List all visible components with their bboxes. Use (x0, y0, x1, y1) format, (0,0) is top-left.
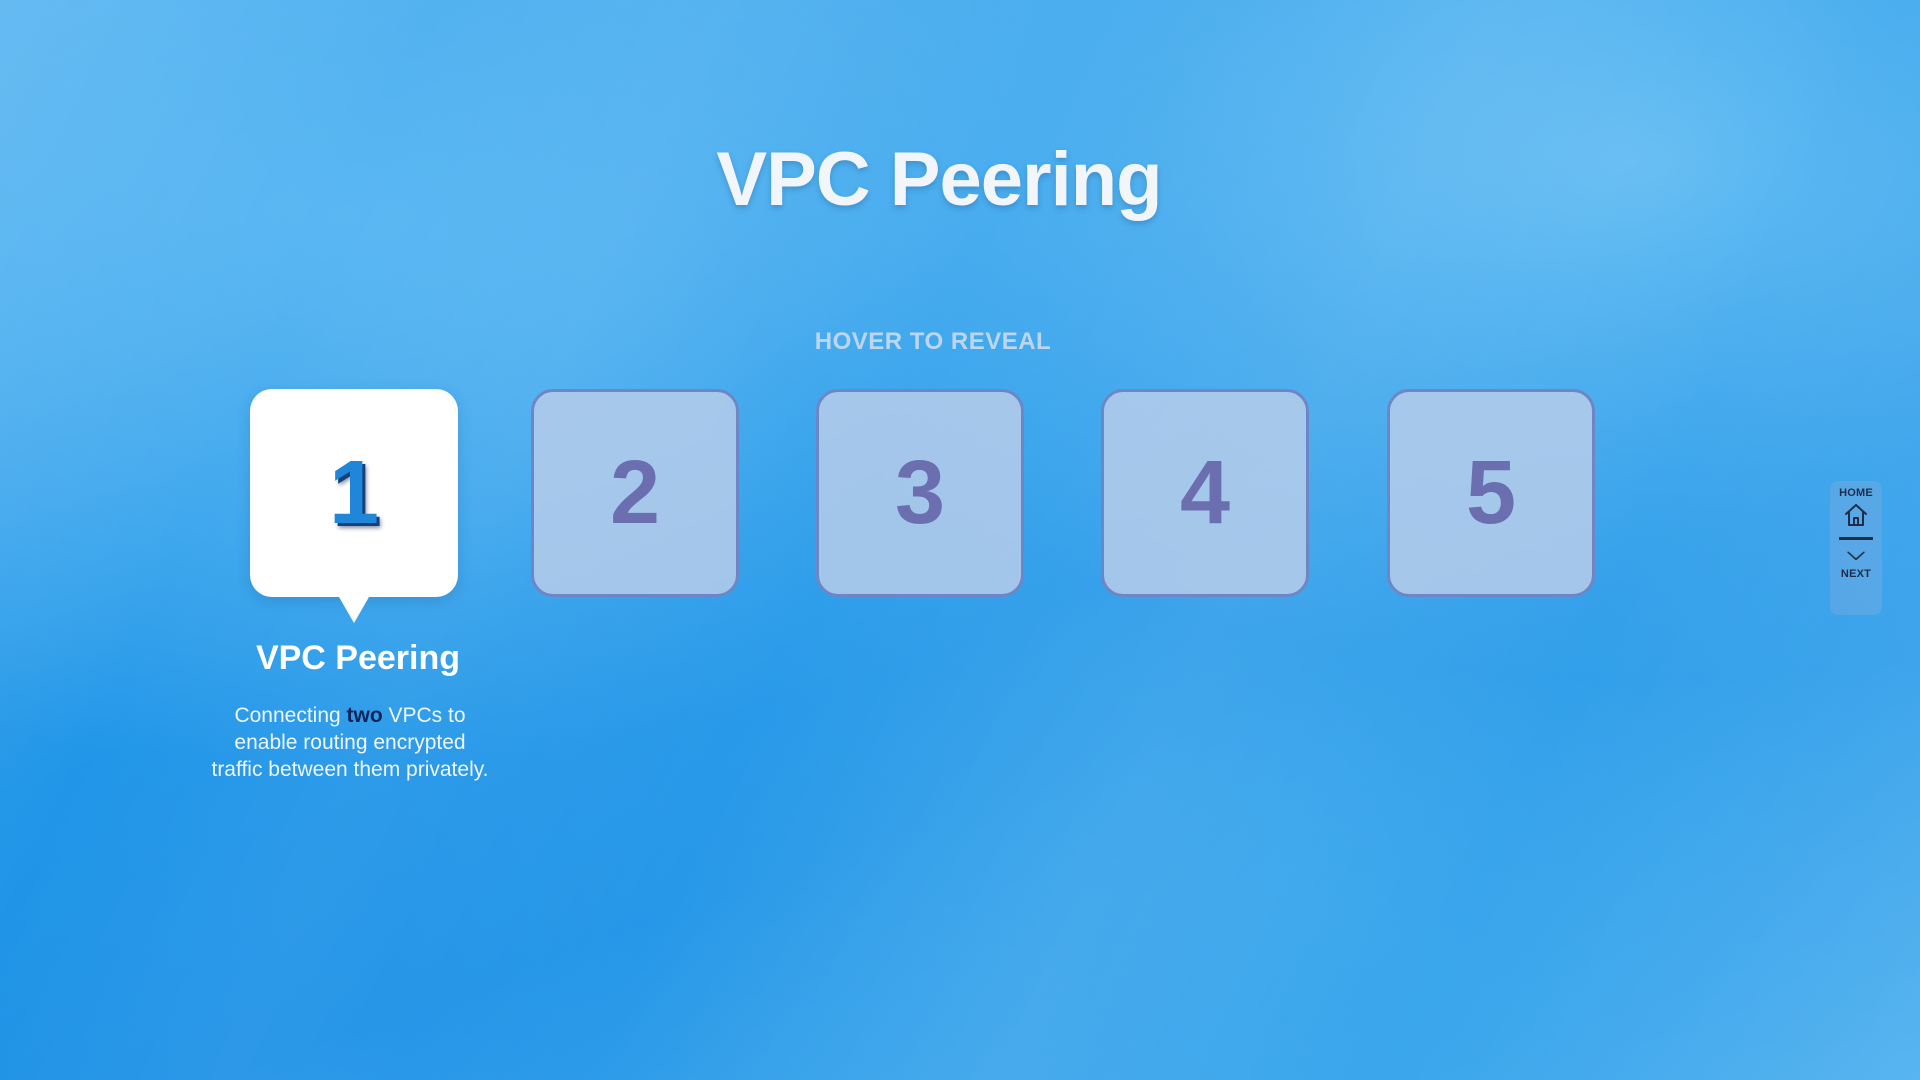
step-number: 2 (609, 443, 661, 543)
step-card-2[interactable]: 2 (531, 389, 739, 597)
step-card-4[interactable]: 4 (1101, 389, 1309, 597)
next-button[interactable]: NEXT (1841, 544, 1871, 580)
step-number: 1 (328, 443, 380, 543)
detail-description: Connecting two VPCs to enable routing en… (210, 702, 490, 783)
detail-text-emphasis: two (346, 704, 383, 727)
hover-hint: HOVER TO REVEAL (814, 328, 1052, 355)
step-number: 5 (1465, 443, 1517, 543)
step-number: 3 (894, 443, 946, 543)
home-icon (1845, 504, 1867, 526)
step-card-5[interactable]: 5 (1387, 389, 1595, 597)
home-label: HOME (1839, 487, 1873, 499)
chevron-down-icon (1847, 551, 1865, 561)
step-card-3[interactable]: 3 (816, 389, 1024, 597)
next-label: NEXT (1840, 568, 1872, 580)
home-button[interactable]: HOME (1839, 487, 1873, 529)
card-pointer (339, 597, 369, 623)
nav-divider (1839, 537, 1873, 540)
step-number: 4 (1179, 443, 1231, 543)
detail-text-before: Connecting (234, 704, 347, 727)
step-card-1[interactable]: 1 (250, 389, 458, 597)
detail-title: VPC Peering (255, 639, 461, 677)
page-title: VPC Peering (716, 137, 1162, 222)
side-nav: HOME NEXT (1830, 481, 1882, 615)
